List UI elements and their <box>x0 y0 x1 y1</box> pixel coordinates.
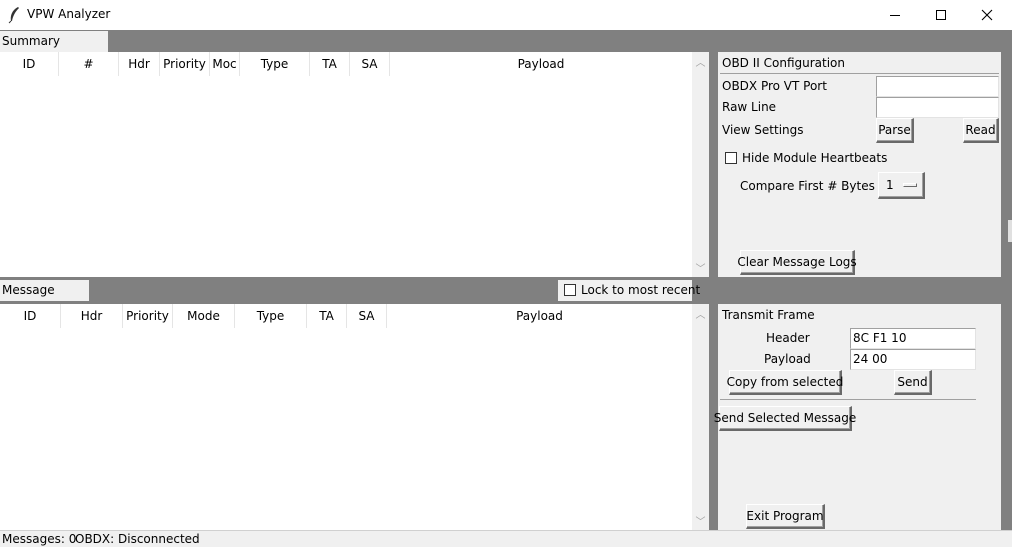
maximize-icon <box>936 10 946 20</box>
port-input[interactable] <box>876 76 999 97</box>
raw-line-input[interactable] <box>876 97 999 118</box>
scroll-up-icon[interactable]: ︿ <box>692 306 709 321</box>
status-bar: Messages: 0 OBDX: Disconnected <box>0 530 1012 547</box>
col-hdr[interactable]: Hdr <box>61 304 123 328</box>
lock-recent-label: Lock to most recent <box>581 283 701 297</box>
obd-config-title: OBD II Configuration <box>722 56 846 70</box>
history-scrollbar[interactable]: ︿ ﹀ <box>692 304 709 530</box>
message-count-status: Messages: 0 <box>2 532 77 546</box>
col-payload[interactable]: Payload <box>387 304 692 328</box>
history-table-header: ID Hdr Priority Mode Type TA SA Payload <box>0 304 692 328</box>
exit-program-button[interactable]: Exit Program <box>746 504 825 529</box>
send-button[interactable]: Send <box>894 370 932 395</box>
col-id[interactable]: ID <box>0 52 59 76</box>
summary-table-header: ID # Hdr Priority Moc Type TA SA Payload <box>0 52 692 76</box>
col-mode[interactable]: Mode <box>173 304 235 328</box>
view-settings-label: View Settings <box>722 123 804 137</box>
col-sa[interactable]: SA <box>347 304 387 328</box>
summary-table[interactable]: ID # Hdr Priority Moc Type TA SA Payload <box>0 52 692 277</box>
col-payload[interactable]: Payload <box>390 52 692 76</box>
title-bar <box>0 0 1012 30</box>
close-icon <box>981 9 993 21</box>
payload-input[interactable]: 24 00 <box>850 349 976 370</box>
lock-recent-control[interactable]: Lock to most recent <box>558 280 700 301</box>
summary-scrollbar[interactable]: ︿ ﹀ <box>692 52 709 277</box>
col-type[interactable]: Type <box>240 52 310 76</box>
close-button[interactable] <box>964 0 1010 30</box>
transmit-frame-panel: Transmit Frame Header 8C F1 10 Payload 2… <box>714 304 1001 530</box>
hide-heartbeats-label: Hide Module Heartbeats <box>742 151 888 165</box>
col-priority[interactable]: Priority <box>123 304 173 328</box>
col-ta[interactable]: TA <box>310 52 350 76</box>
summary-section-label: Summary Messages <box>0 31 108 69</box>
port-label: OBDX Pro VT Port <box>722 79 827 93</box>
transmit-divider <box>720 399 976 400</box>
scroll-down-icon[interactable]: ﹀ <box>692 513 709 528</box>
scroll-down-icon[interactable]: ﹀ <box>692 260 709 275</box>
maximize-button[interactable] <box>918 0 964 30</box>
hide-heartbeats-checkbox[interactable] <box>725 152 737 164</box>
lock-recent-checkbox[interactable] <box>564 284 576 296</box>
obd-divider <box>720 73 999 74</box>
header-input[interactable]: 8C F1 10 <box>850 328 976 349</box>
read-button[interactable]: Read <box>963 118 999 143</box>
dropdown-indicator-icon <box>903 183 917 187</box>
col-type[interactable]: Type <box>235 304 307 328</box>
compare-bytes-label: Compare First # Bytes <box>740 179 875 193</box>
col-priority[interactable]: Priority <box>160 52 210 76</box>
raw-line-label: Raw Line <box>722 100 777 114</box>
obd-config-panel: OBD II Configuration OBDX Pro VT Port Ra… <box>718 52 1001 277</box>
history-table[interactable]: ID Hdr Priority Mode Type TA SA Payload <box>0 304 692 530</box>
feather-icon <box>6 6 22 24</box>
minimize-icon <box>890 15 900 16</box>
history-section-label: Message history <box>0 280 89 318</box>
col-hdr[interactable]: Hdr <box>119 52 160 76</box>
scroll-up-icon[interactable]: ︿ <box>692 54 709 69</box>
panel-edge-handle <box>1008 220 1012 242</box>
copy-selected-button[interactable]: Copy from selected <box>727 370 843 395</box>
clear-logs-button[interactable]: Clear Message Logs <box>737 250 857 275</box>
compare-bytes-dropdown[interactable]: 1 <box>878 172 925 199</box>
col-id[interactable]: ID <box>0 304 61 328</box>
col-mode[interactable]: Moc <box>210 52 240 76</box>
header-label: Header <box>766 331 810 345</box>
col-sa[interactable]: SA <box>350 52 390 76</box>
parse-button[interactable]: Parse <box>876 118 914 143</box>
send-selected-button[interactable]: Send Selected Message <box>714 406 856 431</box>
payload-label: Payload <box>764 352 811 366</box>
col-ta[interactable]: TA <box>307 304 347 328</box>
compare-bytes-value: 1 <box>886 178 894 192</box>
transmit-title: Transmit Frame <box>722 308 815 322</box>
window-title: VPW Analyzer <box>27 7 111 21</box>
col-count[interactable]: # <box>59 52 119 76</box>
minimize-button[interactable] <box>872 0 918 30</box>
obdx-connection-status: OBDX: Disconnected <box>75 532 200 546</box>
